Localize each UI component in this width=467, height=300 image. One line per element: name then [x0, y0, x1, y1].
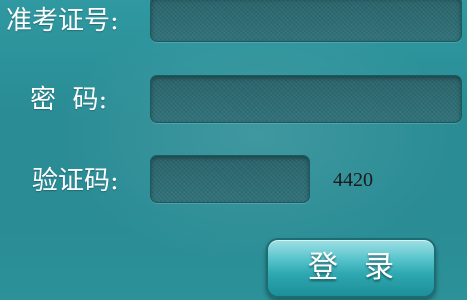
password-label: 密 码:: [30, 85, 108, 115]
exam-number-label: 准考证号:: [6, 6, 119, 36]
login-button[interactable]: 登录: [266, 238, 436, 298]
captcha-label: 验证码:: [32, 166, 119, 196]
login-form: 准考证号: 密 码: 验证码: 4420 登录: [0, 0, 467, 300]
captcha-code[interactable]: 4420: [333, 168, 373, 192]
password-input[interactable]: [150, 75, 462, 123]
exam-number-input[interactable]: [150, 0, 462, 42]
captcha-input[interactable]: [150, 155, 310, 203]
